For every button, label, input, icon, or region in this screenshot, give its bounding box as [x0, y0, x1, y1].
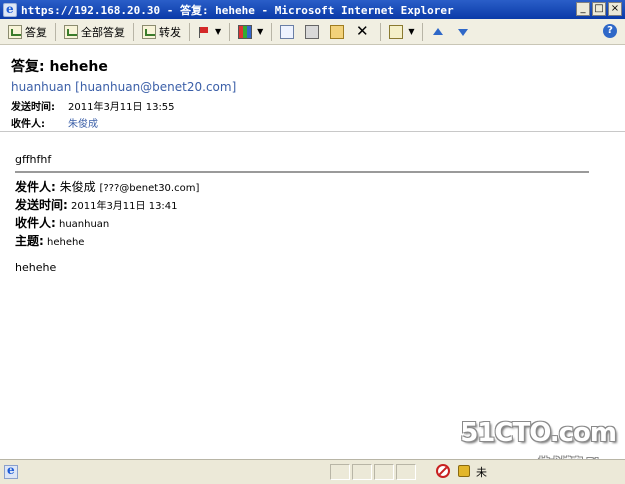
quoted-to-value: huanhuan — [55, 219, 110, 230]
recipient-label: 收件人: — [11, 119, 45, 130]
copy-icon — [280, 24, 295, 39]
body-last-line: hehehe — [15, 261, 57, 274]
window-controls: _ □ × — [576, 2, 622, 16]
categorize-icon — [238, 24, 253, 39]
forward-icon — [142, 24, 156, 39]
forward-button[interactable]: 转发 — [138, 22, 185, 42]
window-title: https://192.168.20.30 - 答复: hehehe - Mic… — [21, 3, 454, 17]
recipient-row: 收件人: 朱俊成 — [11, 115, 98, 130]
quoted-from-name: 朱俊成 — [55, 180, 100, 194]
lock-icon[interactable] — [458, 465, 470, 477]
quote-divider — [15, 171, 589, 173]
reply-all-icon — [64, 24, 78, 39]
status-pane — [374, 464, 394, 480]
sent-time-value: 2011年3月11日 13:55 — [68, 102, 175, 113]
chevron-down-icon: ▼ — [215, 27, 222, 36]
previous-item-button[interactable] — [427, 22, 452, 42]
categorize-button[interactable]: ▼ — [234, 22, 267, 42]
move-button[interactable] — [326, 22, 351, 42]
message-header: 答复: hehehe huanhuan [huanhuan@benet20.co… — [0, 46, 625, 132]
chevron-down-icon: ▼ — [257, 27, 264, 36]
status-pane — [330, 464, 350, 480]
previous-icon — [431, 25, 445, 39]
popup-blocked-icon[interactable] — [436, 464, 450, 478]
status-panes — [330, 464, 416, 480]
help-icon[interactable]: ? — [603, 24, 617, 38]
status-pane — [352, 464, 372, 480]
toolbar-separator — [189, 22, 190, 41]
status-pane — [396, 464, 416, 480]
reply-button[interactable]: 答复 — [4, 22, 51, 42]
close-button[interactable]: × — [608, 2, 622, 16]
quoted-subject-label: 主题: — [15, 234, 44, 248]
flag-button[interactable]: ▼ — [194, 22, 225, 42]
minimize-button[interactable]: _ — [576, 2, 590, 16]
toolbar-separator — [271, 22, 273, 41]
quoted-subject-value: hehehe — [43, 237, 85, 248]
sent-time-label: 发送时间: — [11, 102, 55, 113]
recipient-value[interactable]: 朱俊成 — [68, 115, 98, 130]
message-sender[interactable]: huanhuan [huanhuan@benet20.com] — [11, 80, 236, 94]
toolbar-separator — [55, 22, 56, 41]
ie-icon — [3, 2, 17, 17]
message-body: gffhfhf 发件人: 朱俊成 [???@benet30.com] 发送时间:… — [0, 133, 625, 459]
next-icon — [456, 25, 470, 39]
quoted-from-email: [???@benet30.com] — [99, 183, 200, 194]
reply-label: 答复 — [25, 25, 47, 39]
rules-button[interactable]: ▼ — [385, 22, 418, 42]
quoted-sent-label: 发送时间: — [15, 198, 68, 212]
toolbar-separator — [229, 22, 231, 41]
rules-icon — [389, 24, 404, 39]
reply-all-label: 全部答复 — [81, 25, 125, 39]
security-zone: 未 — [476, 466, 487, 479]
toolbar-separator — [380, 22, 382, 41]
watermark-main: 51CTO.com — [460, 418, 617, 448]
forward-label: 转发 — [159, 25, 181, 39]
message-subject: 答复: hehehe — [11, 59, 108, 75]
quoted-sent-value: 2011年3月11日 13:41 — [67, 201, 178, 212]
toolbar-separator — [422, 22, 424, 41]
flag-icon — [198, 26, 210, 38]
status-bar: 未 — [0, 459, 625, 484]
print-icon — [305, 24, 320, 39]
delete-button[interactable]: ✕ — [351, 22, 376, 42]
title-bar: https://192.168.20.30 - 答复: hehehe - Mic… — [0, 0, 625, 19]
quoted-header: 发件人: 朱俊成 [???@benet30.com] 发送时间: 2011年3月… — [15, 179, 199, 251]
ie-icon — [4, 463, 18, 479]
reply-icon — [8, 24, 22, 39]
sent-time-row: 发送时间: 2011年3月11日 13:55 — [11, 98, 175, 113]
copy-button[interactable] — [276, 22, 301, 42]
reply-all-button[interactable]: 全部答复 — [60, 22, 129, 42]
quoted-from-label: 发件人: — [15, 180, 56, 194]
delete-icon: ✕ — [356, 21, 369, 40]
quoted-to-line: 收件人: huanhuan — [15, 215, 199, 233]
next-item-button[interactable] — [452, 22, 477, 42]
move-icon — [330, 24, 345, 39]
quoted-to-label: 收件人: — [15, 216, 56, 230]
quoted-subject-line: 主题: hehehe — [15, 233, 199, 251]
toolbar: 答复 全部答复 转发 ▼ ▼ ✕ ▼ ? — [0, 19, 625, 45]
quoted-sent-line: 发送时间: 2011年3月11日 13:41 — [15, 197, 199, 215]
quoted-from-line: 发件人: 朱俊成 [???@benet30.com] — [15, 179, 199, 197]
toolbar-separator — [133, 22, 134, 41]
print-button[interactable] — [301, 22, 326, 42]
maximize-button[interactable]: □ — [592, 2, 606, 16]
body-first-line: gffhfhf — [15, 153, 52, 166]
chevron-down-icon: ▼ — [408, 27, 415, 36]
